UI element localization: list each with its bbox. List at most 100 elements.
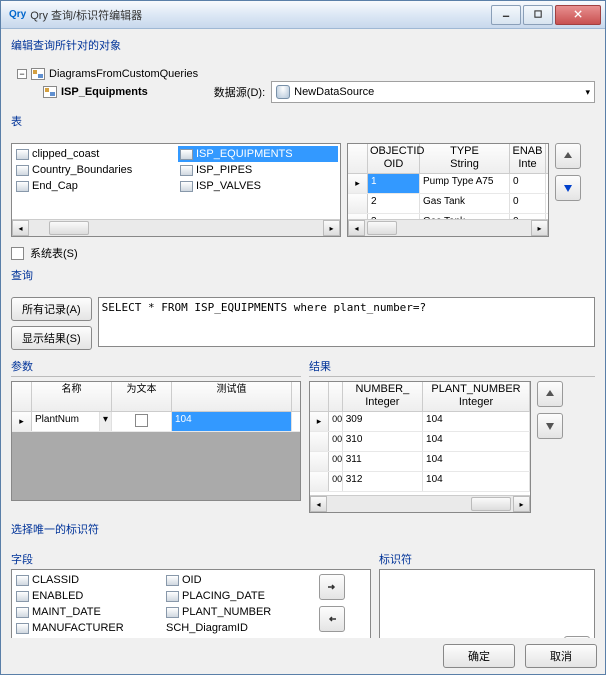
list-item[interactable]: Country_Boundaries [14, 162, 174, 178]
field-icon [166, 575, 179, 586]
close-button[interactable] [555, 5, 601, 25]
preview-scrollbar[interactable]: ◂ ▸ [348, 219, 548, 236]
list-item-label: SCH_DiagramID [166, 622, 248, 634]
system-tables-checkbox[interactable] [11, 247, 24, 260]
results-label: 结果 [309, 358, 595, 374]
list-item[interactable]: clipped_coast [14, 146, 174, 162]
field-icon [166, 607, 179, 618]
table-row[interactable]: 00310104 [310, 432, 530, 452]
list-item-label: ISP_PIPES [196, 164, 252, 176]
ok-button[interactable]: 确定 [443, 644, 515, 668]
system-tables-label: 系统表(S) [30, 245, 78, 261]
field-icon [166, 591, 179, 602]
list-item[interactable]: ISP_VALVES [178, 178, 338, 194]
params-grid[interactable]: 名称 为文本 测试值 ▸ PlantNum ▾ 104 [11, 381, 301, 501]
show-results-button[interactable]: 显示结果(S) [11, 326, 92, 350]
list-item-label: PLANT_NUMBER [182, 606, 271, 618]
param-col-test: 测试值 [172, 382, 292, 411]
scroll-left-button[interactable]: ◂ [12, 220, 29, 236]
diagram-icon [31, 68, 45, 80]
ident-label: 标识符 [379, 551, 595, 567]
scroll-right-button[interactable]: ▸ [323, 220, 340, 236]
list-item[interactable]: CLASSID [14, 572, 160, 588]
cancel-button[interactable]: 取消 [525, 644, 597, 668]
maximize-button[interactable] [523, 5, 553, 25]
list-item[interactable]: OID [164, 572, 310, 588]
param-name-dropdown[interactable]: ▾ [100, 412, 112, 431]
table-icon [180, 165, 193, 176]
table-icon [180, 149, 193, 160]
window-title: Qry 查询/标识符编辑器 [30, 7, 489, 23]
move-up-button[interactable] [555, 143, 581, 169]
param-astext-checkbox[interactable] [135, 414, 148, 427]
minimize-button[interactable] [491, 5, 521, 25]
results-scrollbar[interactable]: ◂ ▸ [310, 495, 530, 512]
scroll-right-button[interactable]: ▸ [531, 220, 548, 236]
list-item[interactable]: ENABLED [14, 588, 160, 604]
target-label: 编辑查询所针对的对象 [11, 37, 595, 53]
sql-textarea[interactable]: SELECT * FROM ISP_EQUIPMENTS where plant… [98, 297, 595, 347]
datasource-value: NewDataSource [294, 86, 374, 98]
tables-listbox[interactable]: clipped_coastCountry_Boundaries End_Cap I… [11, 143, 341, 237]
list-item[interactable]: SCH_DiagramNam [164, 636, 310, 638]
all-records-button[interactable]: 所有记录(A) [11, 297, 92, 321]
table-row[interactable]: ▸00309104 [310, 412, 530, 432]
scroll-thumb[interactable] [471, 497, 511, 511]
field-icon [16, 575, 29, 586]
table-row[interactable]: 00311104 [310, 452, 530, 472]
move-down-button[interactable] [537, 413, 563, 439]
list-item[interactable]: PLANT_NUMBER [164, 604, 310, 620]
collapse-icon[interactable]: − [17, 69, 27, 79]
identifiers-listbox[interactable] [379, 569, 595, 638]
fields-label: 字段 [11, 551, 371, 567]
move-up-button[interactable] [537, 381, 563, 407]
table-row[interactable]: 00312104 [310, 472, 530, 492]
scroll-thumb[interactable] [367, 221, 397, 235]
table-icon [180, 181, 193, 192]
list-item-label: CLASSID [32, 574, 79, 586]
list-item-label: ENABLED [32, 590, 83, 602]
list-item[interactable]: SCH_DiagramID [164, 620, 310, 636]
list-item-label: End_Cap [32, 180, 78, 192]
table-icon [16, 165, 29, 176]
tables-label: 表 [11, 113, 595, 129]
scroll-thumb[interactable] [49, 221, 89, 235]
param-col-name: 名称 [32, 382, 112, 411]
query-label: 查询 [11, 267, 595, 283]
tables-scrollbar[interactable]: ◂ ▸ [12, 219, 340, 236]
list-item[interactable]: ISP_EQUIPMENTS [178, 146, 338, 162]
field-icon [16, 591, 29, 602]
param-test-value[interactable]: 104 [172, 412, 292, 431]
chevron-down-icon: ▾ [585, 87, 590, 98]
fields-listbox[interactable]: CLASSID ENABLED MAINT_DATE MANUFACTURER NUMB… [11, 569, 371, 638]
params-label: 参数 [11, 358, 301, 374]
list-item[interactable]: PLACING_DATE [164, 588, 310, 604]
scroll-right-button[interactable]: ▸ [513, 496, 530, 512]
preview-grid[interactable]: OBJECTIDOIDTYPEStringENABInte ▸1Pump Typ… [347, 143, 549, 237]
tree-root[interactable]: − DiagramsFromCustomQueries [17, 67, 595, 81]
tree-child[interactable]: ISP_Equipments [43, 85, 148, 99]
param-name[interactable]: PlantNum [32, 412, 100, 431]
table-icon [16, 181, 29, 192]
param-row[interactable]: ▸ PlantNum ▾ 104 [12, 412, 300, 432]
add-field-button[interactable] [319, 574, 345, 600]
move-down-button[interactable] [555, 175, 581, 201]
list-item[interactable]: MAINT_DATE [14, 604, 160, 620]
list-item[interactable]: NUMBER_ [14, 636, 160, 638]
scroll-left-button[interactable]: ◂ [348, 220, 365, 236]
scroll-left-button[interactable]: ◂ [310, 496, 327, 512]
add-identifier-button[interactable] [564, 636, 590, 638]
table-row[interactable]: 2Gas Tank0 [348, 194, 548, 214]
titlebar[interactable]: Qry Qry 查询/标识符编辑器 [1, 1, 605, 29]
table-row[interactable]: ▸1Pump Type A750 [348, 174, 548, 194]
tree-root-label: DiagramsFromCustomQueries [49, 68, 198, 80]
list-item[interactable]: MANUFACTURER [14, 620, 160, 636]
list-item-label: MANUFACTURER [32, 622, 124, 634]
list-item[interactable]: ISP_PIPES [178, 162, 338, 178]
dialog-window: Qry Qry 查询/标识符编辑器 编辑查询所针对的对象 − DiagramsF… [0, 0, 606, 675]
datasource-combo[interactable]: NewDataSource ▾ [271, 81, 595, 103]
results-grid[interactable]: NUMBER_IntegerPLANT_NUMBERInteger ▸00309… [309, 381, 531, 513]
list-item[interactable]: End_Cap [14, 178, 174, 194]
list-item-label: ISP_VALVES [196, 180, 261, 192]
remove-field-button[interactable] [319, 606, 345, 632]
